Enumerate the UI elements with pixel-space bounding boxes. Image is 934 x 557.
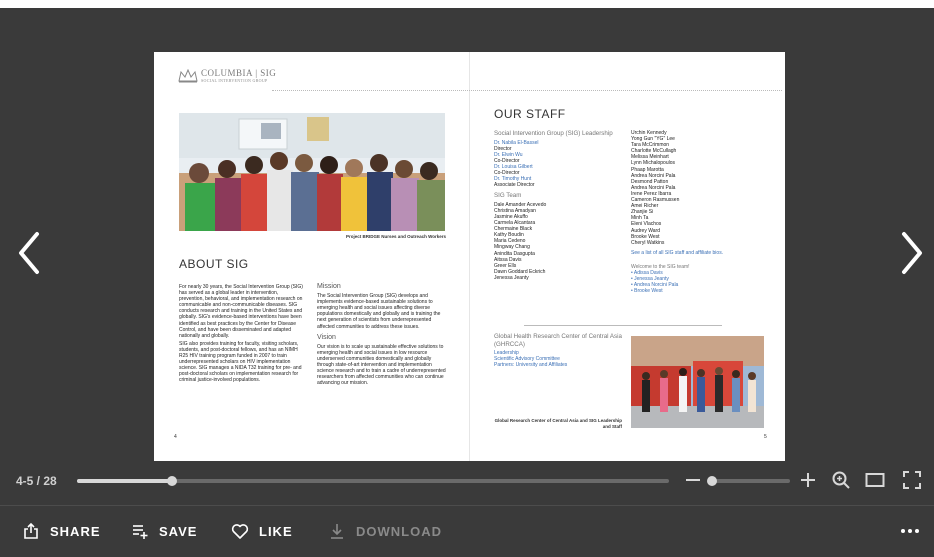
team-list-1: Dale Amander Acevedo Christina Amadyan Jas… <box>494 202 614 281</box>
top-strip <box>0 0 934 8</box>
staff-column-2: Urchin Kennedy Yong Gun "YG" Lee Tara McCr… <box>631 130 771 294</box>
about-paragraph-1: For nearly 30 years, the Social Interven… <box>179 284 303 339</box>
leadership-heading: Social Intervention Group (SIG) Leadersh… <box>494 130 613 137</box>
vision-text: Our vision is to scale up sustainable ef… <box>317 343 446 387</box>
about-column: For nearly 30 years, the Social Interven… <box>179 284 304 386</box>
single-page-view-icon[interactable] <box>865 470 885 490</box>
magnifier-zoom-icon[interactable] <box>831 470 851 490</box>
logo-main-text: COLUMBIA | SIG <box>201 68 277 78</box>
mission-vision-column: Mission The Social Intervention Group (S… <box>317 283 449 388</box>
next-page-arrow-icon[interactable] <box>896 228 926 278</box>
team-member: Jenessa Jeanty <box>494 274 529 281</box>
mission-heading: Mission <box>317 283 341 290</box>
page-number-right: 5 <box>764 434 767 440</box>
page-progress-slider[interactable] <box>77 476 669 486</box>
like-label: LIKE <box>259 523 293 539</box>
heart-icon <box>231 524 249 539</box>
sig-team-heading: SIG Team <box>494 192 522 200</box>
fullscreen-icon[interactable] <box>902 470 922 490</box>
more-options-icon[interactable] <box>900 524 920 538</box>
previous-page-arrow-icon[interactable] <box>15 228 45 278</box>
header-dotted-line <box>272 90 782 91</box>
ghrcca-link[interactable]: Partners: University and Affiliates <box>494 362 629 368</box>
ghrcca-section: Global Health Research Center of Central… <box>494 333 629 368</box>
page-gutter <box>469 52 470 461</box>
page-indicator: 4-5 / 28 <box>16 474 57 488</box>
zoom-slider[interactable] <box>707 476 790 486</box>
zoom-out-icon[interactable] <box>683 470 703 490</box>
columbia-sig-logo: COLUMBIA | SIG SOCIAL INTERVENTION GROUP <box>178 69 276 83</box>
page-number-left: 4 <box>174 434 177 440</box>
staff-column-1: Social Intervention Group (SIG) Leadersh… <box>494 130 614 281</box>
share-icon <box>24 522 38 539</box>
download-label: DOWNLOAD <box>356 523 442 539</box>
add-to-list-icon <box>133 525 148 539</box>
welcome-member-link[interactable]: • Brooke West <box>631 288 771 294</box>
team-list-2: Urchin Kennedy Yong Gun "YG" Lee Tara McCr… <box>631 130 771 246</box>
vision-heading: Vision <box>317 333 336 341</box>
section-divider <box>524 325 722 326</box>
group-photo-nurses <box>179 113 445 231</box>
photo-caption-ghrcca: Global Research Center of Central Asia a… <box>494 418 622 429</box>
crown-icon <box>178 69 198 83</box>
about-sig-heading: ABOUT SIG <box>179 257 249 271</box>
mission-text: The Social Intervention Group (SIG) deve… <box>317 293 441 330</box>
like-button[interactable]: LIKE <box>231 522 293 540</box>
save-button[interactable]: SAVE <box>131 522 197 540</box>
viewer-controls: 4-5 / 28 <box>0 465 934 505</box>
download-button[interactable]: DOWNLOAD <box>328 522 442 540</box>
about-paragraph-2: SIG also provides training for faculty, … <box>179 340 302 384</box>
our-staff-heading: OUR STAFF <box>494 107 566 121</box>
progress-slider-handle[interactable] <box>166 476 177 486</box>
progress-fill <box>77 479 172 483</box>
group-photo-ghrcca <box>631 336 764 428</box>
share-label: SHARE <box>50 523 101 539</box>
photo-caption-nurses: Project BRIDGE Nurses and Outreach Worke… <box>346 234 446 239</box>
document-spread: COLUMBIA | SIG SOCIAL INTERVENTION GROUP… <box>154 52 785 461</box>
ghrcca-heading: Global Health Research Center of Central… <box>494 333 622 348</box>
logo-sub-text: SOCIAL INTERVENTION GROUP <box>201 78 268 83</box>
save-label: SAVE <box>159 523 198 539</box>
zoom-in-icon[interactable] <box>798 470 818 490</box>
share-button[interactable]: SHARE <box>22 522 101 540</box>
download-icon <box>331 524 343 539</box>
welcome-list: • Adissa Davis • Jenessa Jeanty • Andrea N… <box>631 270 771 294</box>
zoom-slider-handle[interactable] <box>707 476 718 486</box>
action-bar: SHARE SAVE LIKE DOWNLOAD <box>0 506 934 557</box>
